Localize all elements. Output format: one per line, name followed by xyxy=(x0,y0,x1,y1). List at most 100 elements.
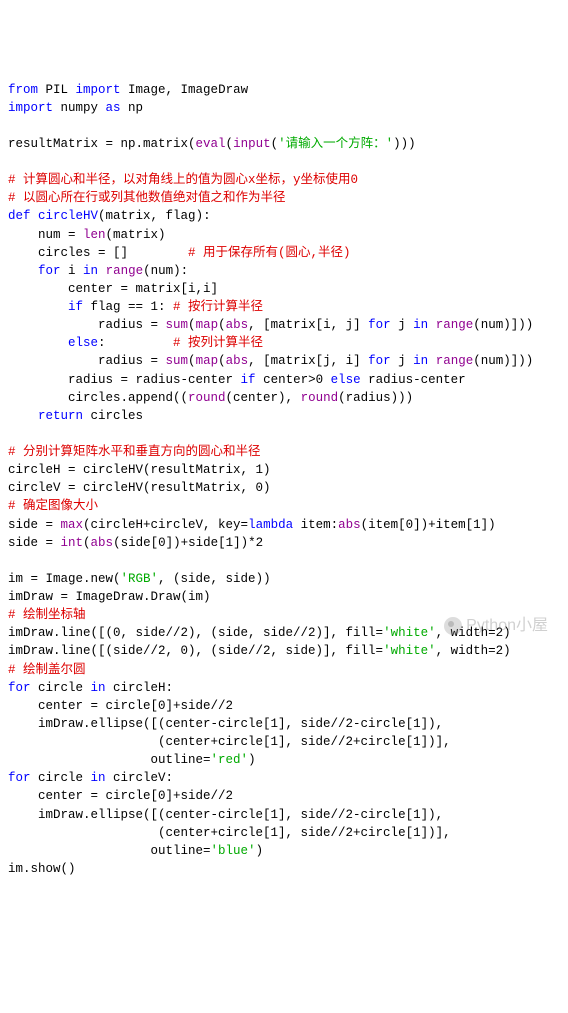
comment: # 绘制盖尔圆 xyxy=(8,663,86,677)
builtin-sum: sum xyxy=(166,354,189,368)
txt: imDraw.ellipse([(center-circle[1], side/… xyxy=(8,808,443,822)
txt: outline= xyxy=(8,844,211,858)
builtin-range: range xyxy=(106,264,144,278)
txt: ))) xyxy=(393,137,416,151)
txt: circleH = circleHV(resultMatrix, 1) xyxy=(8,463,271,477)
str: 'white' xyxy=(383,644,436,658)
comment: # 分别计算矩阵水平和垂直方向的圆心和半径 xyxy=(8,445,261,459)
txt: (center), xyxy=(226,391,301,405)
txt: circleV: xyxy=(106,771,174,785)
txt: radius = radius-center xyxy=(8,373,241,387)
txt: (radius))) xyxy=(338,391,413,405)
builtin-abs: abs xyxy=(226,354,249,368)
kw-from: from xyxy=(8,83,38,97)
kw-in: in xyxy=(83,264,98,278)
txt: circles = [] xyxy=(8,246,188,260)
builtin-abs: abs xyxy=(91,536,114,550)
txt: item: xyxy=(293,518,338,532)
kw-else: else xyxy=(68,336,98,350)
txt: im = Image.new( xyxy=(8,572,121,586)
kw-in: in xyxy=(91,771,106,785)
txt: ( xyxy=(271,137,279,151)
comment: # 以圆心所在行或列其他数值绝对值之和作为半径 xyxy=(8,191,286,205)
builtin-map: map xyxy=(196,354,219,368)
txt xyxy=(428,318,436,332)
txt xyxy=(428,354,436,368)
txt: resultMatrix = np.matrix( xyxy=(8,137,196,151)
builtin-map: map xyxy=(196,318,219,332)
txt: np xyxy=(121,101,144,115)
txt: : xyxy=(98,336,173,350)
builtin-abs: abs xyxy=(226,318,249,332)
txt: circleV = circleHV(resultMatrix, 0) xyxy=(8,481,271,495)
txt: outline= xyxy=(8,753,211,767)
builtin-int: int xyxy=(61,536,84,550)
kw-if: if xyxy=(241,373,256,387)
txt: , width=2) xyxy=(436,626,511,640)
txt: imDraw = ImageDraw.Draw(im) xyxy=(8,590,211,604)
txt xyxy=(98,264,106,278)
builtin-input: input xyxy=(233,137,271,151)
txt: (center+circle[1], side//2+circle[1])], xyxy=(8,735,451,749)
kw-in: in xyxy=(413,318,428,332)
txt: center = matrix[i,i] xyxy=(8,282,218,296)
txt: center>0 xyxy=(256,373,331,387)
txt: (matrix, flag): xyxy=(98,209,211,223)
txt: (circleH+circleV, key= xyxy=(83,518,248,532)
txt: ( xyxy=(226,137,234,151)
txt: side = xyxy=(8,536,61,550)
txt: , (side, side)) xyxy=(158,572,271,586)
str: '请输入一个方阵：' xyxy=(278,137,393,151)
txt: ( xyxy=(218,318,226,332)
txt: (center+circle[1], side//2+circle[1])], xyxy=(8,826,451,840)
txt: ( xyxy=(83,536,91,550)
builtin-len: len xyxy=(83,228,106,242)
txt: imDraw.ellipse([(center-circle[1], side/… xyxy=(8,717,443,731)
kw-for: for xyxy=(38,264,61,278)
txt xyxy=(8,336,68,350)
kw-def: def xyxy=(8,209,31,223)
txt xyxy=(8,409,38,423)
txt: side = xyxy=(8,518,61,532)
txt: flag == 1: xyxy=(83,300,173,314)
txt: ( xyxy=(218,354,226,368)
txt xyxy=(8,300,68,314)
kw-else: else xyxy=(331,373,361,387)
txt: circle xyxy=(31,771,91,785)
txt: ( xyxy=(188,318,196,332)
txt: j xyxy=(391,354,414,368)
builtin-eval: eval xyxy=(196,137,226,151)
txt: radius-center xyxy=(361,373,466,387)
kw-for: for xyxy=(368,318,391,332)
txt: radius = xyxy=(8,318,166,332)
kw-in: in xyxy=(91,681,106,695)
txt: , [matrix[j, i] xyxy=(248,354,368,368)
txt: (num): xyxy=(143,264,188,278)
comment: # 按列计算半径 xyxy=(173,336,263,350)
txt: (num)])) xyxy=(473,318,533,332)
txt: ( xyxy=(188,354,196,368)
builtin-round: round xyxy=(188,391,226,405)
comment: # 计算圆心和半径，以对角线上的值为圆心x坐标，y坐标使用0 xyxy=(8,173,358,187)
kw-for: for xyxy=(368,354,391,368)
kw-return: return xyxy=(38,409,83,423)
kw-for: for xyxy=(8,771,31,785)
txt: numpy xyxy=(53,101,106,115)
txt: ) xyxy=(256,844,264,858)
txt: , [matrix[i, j] xyxy=(248,318,368,332)
builtin-sum: sum xyxy=(166,318,189,332)
txt: num = xyxy=(8,228,83,242)
kw-if: if xyxy=(68,300,83,314)
txt xyxy=(8,264,38,278)
txt: (num)])) xyxy=(473,354,533,368)
txt: imDraw.line([(side//2, 0), (side//2, sid… xyxy=(8,644,383,658)
builtin-abs: abs xyxy=(338,518,361,532)
txt: circles xyxy=(83,409,143,423)
str: 'red' xyxy=(211,753,249,767)
comment: # 绘制坐标轴 xyxy=(8,608,86,622)
txt: , width=2) xyxy=(436,644,511,658)
comment: # 确定图像大小 xyxy=(8,499,98,513)
txt: radius = xyxy=(8,354,166,368)
str: 'RGB' xyxy=(121,572,159,586)
txt: center = circle[0]+side//2 xyxy=(8,789,233,803)
